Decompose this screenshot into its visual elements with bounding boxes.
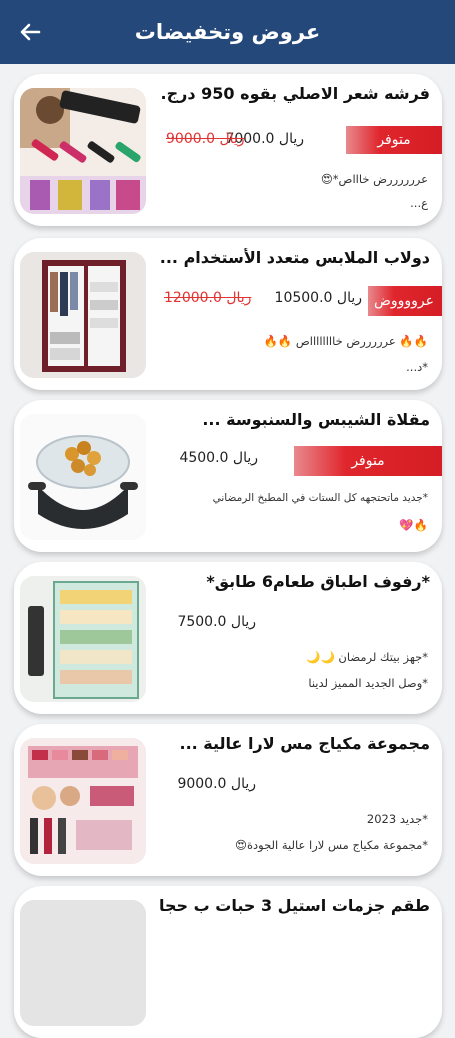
- price-value: 4500.0: [179, 450, 229, 466]
- product-image: [20, 414, 146, 540]
- product-price: ريال 7500.0: [177, 614, 256, 630]
- status-badge: متوفر: [294, 446, 442, 476]
- product-name: فرشه شعر الاصلي بقوه 950 درج...: [160, 84, 430, 103]
- price-currency: ريال: [230, 614, 256, 630]
- offer-card[interactable]: فرشه شعر الاصلي بقوه 950 درج... متوفر ري…: [14, 74, 442, 226]
- price-value: 7500.0: [177, 614, 227, 630]
- offer-card[interactable]: مقلاة الشيبس والسنبوسة ... متوفر ريال 45…: [14, 400, 442, 552]
- price-currency: ريال: [278, 131, 304, 147]
- arrow-left-icon: [20, 23, 41, 41]
- offer-card[interactable]: *رفوف اطباق طعام6 طابق* ريال 7500.0 *جهز…: [14, 562, 442, 714]
- description-line: 🔥🔥 عرررررض خااااااااص 🔥🔥: [263, 334, 428, 348]
- price-currency: ريال: [232, 450, 258, 466]
- product-price: ريال 4500.0: [179, 450, 258, 466]
- offer-card[interactable]: دولاب الملابس متعدد الأستخدام ... عروووو…: [14, 238, 442, 390]
- product-name: مقلاة الشيبس والسنبوسة ...: [202, 410, 430, 429]
- description-line: 🔥💖: [399, 518, 428, 532]
- description-line: *جديد ماتحتجهه كل الستات في المطبخ الرمض…: [212, 492, 428, 504]
- product-name: *رفوف اطباق طعام6 طابق*: [206, 572, 430, 591]
- description-line: *جديد 2023: [366, 812, 428, 826]
- product-image: [20, 738, 146, 864]
- product-image: [20, 576, 146, 702]
- page-title: عروض وتخفيضات: [134, 20, 321, 44]
- status-badge: متوفر: [346, 126, 442, 154]
- product-name: دولاب الملابس متعدد الأستخدام ...: [160, 248, 430, 267]
- product-name: طقم جزمات استيل 3 حبات ب حجام: [160, 896, 430, 915]
- description-line: ع...: [410, 196, 428, 210]
- product-image: [20, 252, 146, 378]
- price-currency: ريال: [336, 290, 362, 306]
- product-image: [20, 88, 146, 214]
- product-price: ريال 9000.0: [177, 776, 256, 792]
- product-name: مجموعة مكياج مس لارا عالية ...: [179, 734, 430, 753]
- price-value: 9000.0: [177, 776, 227, 792]
- offer-card[interactable]: مجموعة مكياج مس لارا عالية ... ريال 9000…: [14, 724, 442, 876]
- price-currency: ريال: [230, 776, 256, 792]
- old-price: 9000.0 ريال: [166, 131, 245, 147]
- description-line: *د...: [406, 360, 428, 374]
- description-line: *مجموعة مكياج مس لارا عالية الجودة😍: [235, 838, 428, 852]
- old-price: 12000.0 ريال: [164, 290, 252, 306]
- back-button[interactable]: [16, 18, 44, 46]
- price-value: 10500.0: [274, 290, 333, 306]
- description-line: *وصل الجديد المميز لدينا: [308, 676, 428, 690]
- status-badge: عرووووض: [368, 286, 442, 316]
- offer-card[interactable]: طقم جزمات استيل 3 حبات ب حجام: [14, 886, 442, 1038]
- description-line: عررررررض خاااص*😍: [320, 172, 428, 186]
- product-image: [20, 900, 146, 1026]
- product-price: ريال 10500.0: [275, 290, 362, 306]
- app-bar: عروض وتخفيضات: [0, 0, 455, 64]
- description-line: *جهز بيتك لرمضان 🌙🌙: [306, 650, 428, 664]
